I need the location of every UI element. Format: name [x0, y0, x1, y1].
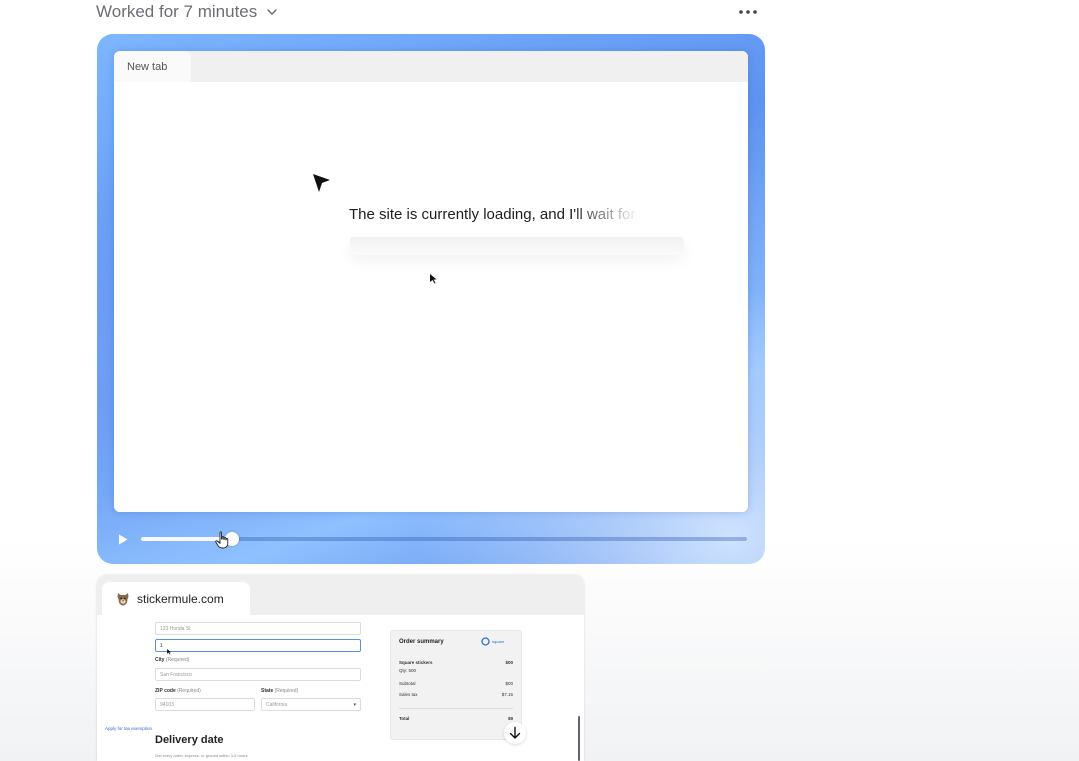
scroll-down-button[interactable] [504, 722, 526, 744]
browser-window: New tab The site is currently loading, a… [114, 51, 748, 512]
more-horizontal-icon[interactable] [737, 6, 759, 18]
agent-cursor-icon [313, 174, 330, 192]
browser-tab-bar: New tab [114, 51, 748, 82]
zip-label: ZIP code (Required) [155, 688, 201, 694]
play-icon[interactable] [118, 534, 128, 545]
product-logo: square [481, 637, 504, 646]
state-label: State (Required) [261, 688, 299, 694]
thumbnail-tab-stickermule[interactable]: stickermule.com [102, 582, 250, 615]
state-select[interactable]: California ▾ [261, 698, 361, 711]
zip-field[interactable]: 94103 [155, 698, 255, 711]
thumbnail-tab-bar: stickermule.com [97, 575, 584, 615]
worked-duration-toggle[interactable]: Worked for 7 minutes [96, 0, 279, 24]
stickermule-favicon-icon [117, 592, 129, 605]
browser-tab-new[interactable]: New tab [114, 51, 191, 82]
mouse-pointer-icon [430, 274, 437, 284]
playback-scrubber[interactable] [141, 532, 747, 546]
summary-tax-row: Sales tax $7.15 [399, 692, 513, 697]
square-logo-icon [481, 637, 490, 646]
loading-placeholder [350, 237, 684, 255]
playback-controls [97, 529, 765, 549]
thumbnail-tab-label: stickermule.com [137, 591, 224, 606]
summary-subtotal-row: Subtotal $00 [399, 681, 513, 686]
city-field[interactable]: San Francisco [155, 668, 361, 681]
chevron-down-icon: ▾ [353, 702, 356, 708]
hand-pointer-icon [215, 531, 229, 549]
tab-label: New tab [127, 60, 168, 73]
state-select-value: California [266, 702, 288, 708]
screenshot-thumbnail[interactable]: stickermule.com 123 Honda St 1 City (Req… [97, 575, 584, 761]
checkout-page: 123 Honda St 1 City (Required) San Franc… [97, 615, 584, 761]
tax-exemption-link[interactable]: Apply for tax exemption [105, 726, 152, 731]
page-scrollbar[interactable] [578, 716, 580, 761]
session-video-player[interactable]: New tab The site is currently loading, a… [97, 34, 765, 564]
summary-total-row: Total $9 [399, 716, 513, 721]
address-line2-field[interactable]: 1 [155, 639, 361, 652]
mouse-pointer-icon [167, 649, 171, 655]
order-summary-title: Order summary [399, 639, 444, 645]
chevron-down-icon [267, 9, 278, 15]
arrow-down-icon [509, 726, 521, 739]
agent-status-text: The site is currently loading, and I'll … [349, 206, 636, 223]
summary-item-row: Square stickers $00 [399, 660, 513, 665]
order-summary: Order summary square Square stickers $00 … [390, 630, 522, 740]
browser-content: The site is currently loading, and I'll … [114, 82, 748, 512]
address-field[interactable]: 123 Honda St [155, 622, 361, 635]
summary-divider [399, 708, 513, 709]
city-label: City (Required) [155, 657, 190, 663]
summary-item-qty: Qty: 500 [399, 668, 417, 673]
delivery-date-heading: Delivery date [155, 734, 224, 746]
worked-duration-label: Worked for 7 minutes [96, 2, 258, 21]
delivery-date-subtext: Get every order, express, or ground with… [155, 753, 248, 758]
